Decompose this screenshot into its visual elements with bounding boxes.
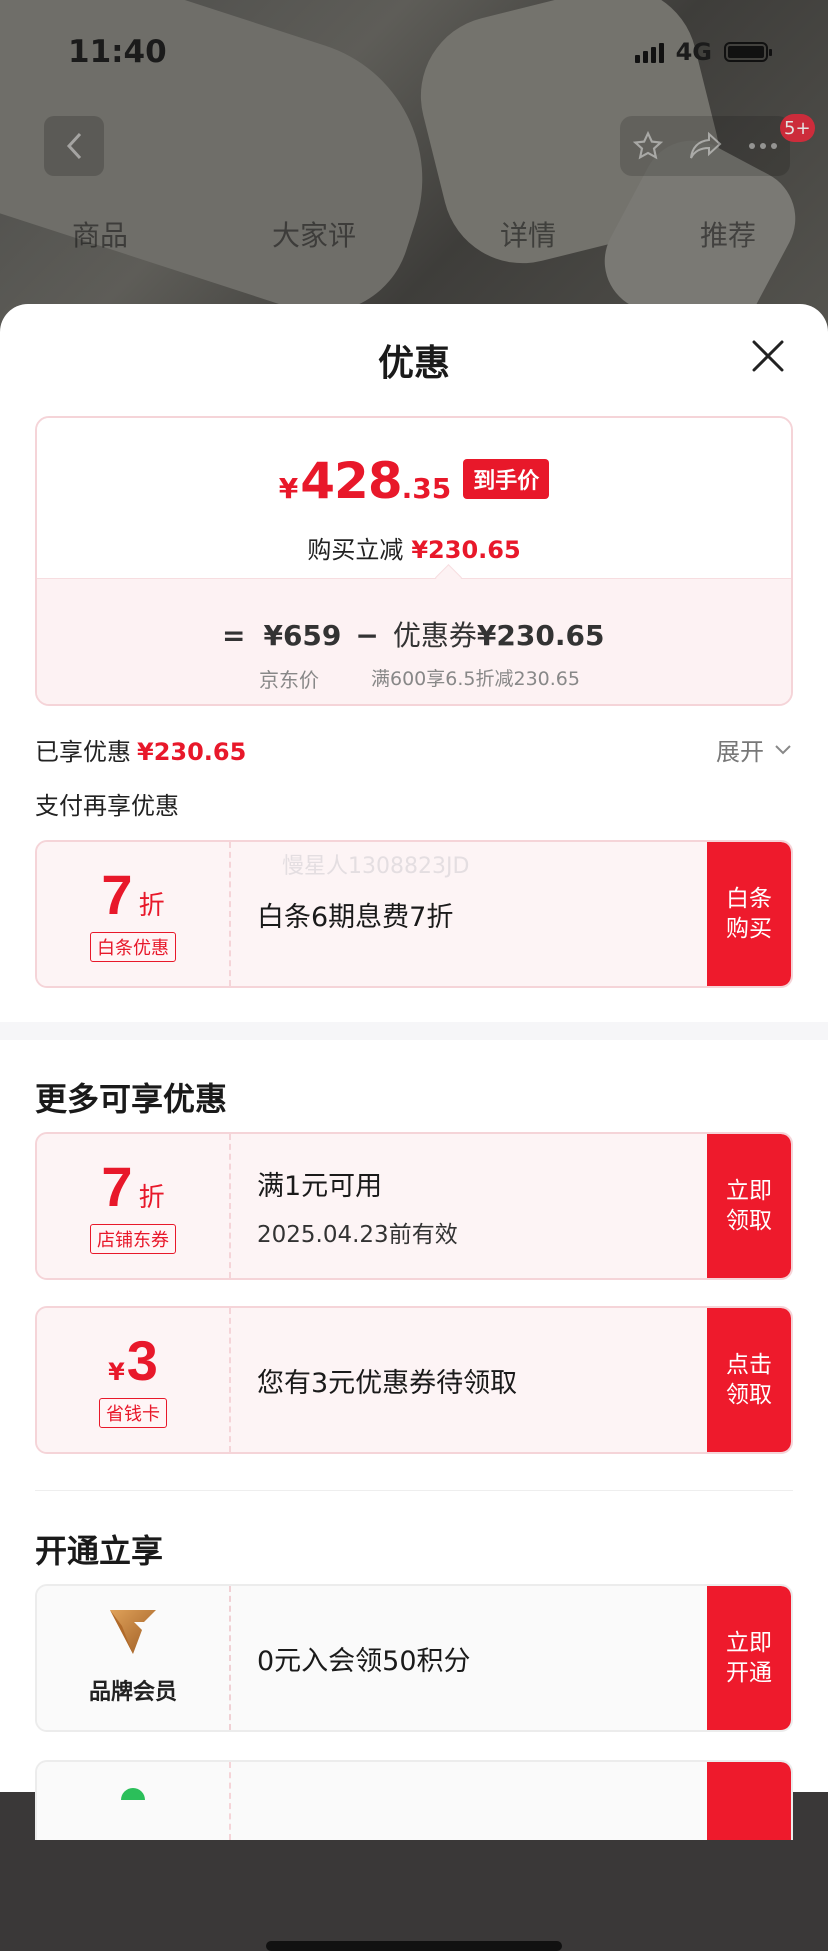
next-benefit-button[interactable] (707, 1762, 791, 1840)
price-breakdown-card: ¥ 428 .35 到手价 购买立减 ¥230.65 = ¥659 − 优惠券 ¥… (35, 416, 793, 706)
coupon-rule: 满600享6.5折减230.65 (371, 668, 580, 690)
baitiao-buy-button[interactable]: 白条 购买 (707, 842, 791, 986)
claim-coupon-button[interactable]: 立即 领取 (707, 1134, 791, 1278)
battery-icon (724, 42, 772, 62)
tab-product[interactable]: 商品 (72, 214, 128, 254)
tab-recommend[interactable]: 推荐 (700, 214, 756, 254)
tab-details[interactable]: 详情 (500, 214, 556, 254)
price-formula: = ¥659 − 优惠券 ¥230.65 (222, 619, 605, 652)
pay-more-title: 支付再享优惠 (35, 792, 179, 820)
sheet-title: 优惠 (377, 343, 450, 384)
coupon-title: 满1元可用 (257, 1170, 383, 1202)
discount-sheet: 优惠 ¥ 428 .35 到手价 购买立减 ¥230.65 = ¥659 − 优惠… (0, 304, 828, 1951)
member-benefit-title: 0元入会领50积分 (257, 1645, 471, 1677)
expand-button[interactable]: 展开 (716, 732, 792, 767)
coupon-tag: 白条优惠 (90, 932, 176, 962)
message-badge: 5+ (780, 114, 815, 142)
top-actions (620, 116, 790, 176)
tab-reviews[interactable]: 大家评 (272, 214, 356, 254)
chevron-down-icon (775, 744, 791, 754)
share-icon[interactable] (689, 131, 723, 161)
coupon-tag: 店铺东券 (90, 1224, 176, 1254)
open-membership-button[interactable]: 立即 开通 (707, 1586, 791, 1730)
coupon-tag: 省钱卡 (99, 1398, 167, 1428)
back-icon (66, 132, 82, 160)
coupon-validity: 2025.04.23前有效 (257, 1221, 458, 1248)
more-icon[interactable] (748, 142, 778, 150)
final-price-tag: 到手价 (463, 459, 550, 499)
back-button[interactable] (44, 116, 104, 176)
click-claim-button[interactable]: 点击 领取 (707, 1308, 791, 1452)
savings-card-coupon: ¥3 省钱卡 您有3元优惠券待领取 点击 领取 (35, 1306, 793, 1454)
product-tabs: 商品 大家评 详情 推荐 (0, 214, 828, 254)
brand-member-label: 品牌会员 (88, 1680, 177, 1705)
jd-price: ¥659 (263, 619, 342, 652)
green-logo-icon (121, 1788, 145, 1800)
baitiao-coupon: 7折 白条优惠 慢星人1308823JD 白条6期息费7折 白条 购买 (35, 840, 793, 988)
status-bar: 11:40 4G (68, 30, 772, 74)
store-coupon: 7折 店铺东券 满1元可用 2025.04.23前有效 立即 领取 (35, 1132, 793, 1280)
more-discounts-title: 更多可享优惠 (35, 1080, 228, 1118)
coupon-title: 您有3元优惠券待领取 (257, 1367, 518, 1399)
star-icon[interactable] (632, 130, 664, 162)
open-benefits-title: 开通立享 (35, 1532, 164, 1570)
coupon-title: 白条6期息费7折 (257, 901, 454, 933)
status-time: 11:40 (68, 34, 167, 70)
enjoyed-discount: 已享优惠 ¥230.65 (35, 738, 247, 766)
signal-icon (634, 41, 664, 63)
network-type: 4G (675, 38, 712, 66)
final-price: ¥ 428 .35 到手价 (37, 452, 791, 510)
next-benefit-card (35, 1760, 793, 1840)
brand-member-card: 品牌会员 0元入会领50积分 立即 开通 (35, 1584, 793, 1732)
coupon-amount: ¥230.65 (476, 619, 605, 652)
instant-reduction: 购买立减 ¥230.65 (307, 536, 521, 564)
section-divider (0, 1022, 828, 1040)
brand-v-logo-icon (110, 1610, 156, 1654)
home-indicator[interactable] (266, 1941, 562, 1951)
divider (35, 1490, 793, 1491)
jd-price-label: 京东价 (259, 668, 319, 692)
close-icon[interactable] (750, 338, 786, 374)
